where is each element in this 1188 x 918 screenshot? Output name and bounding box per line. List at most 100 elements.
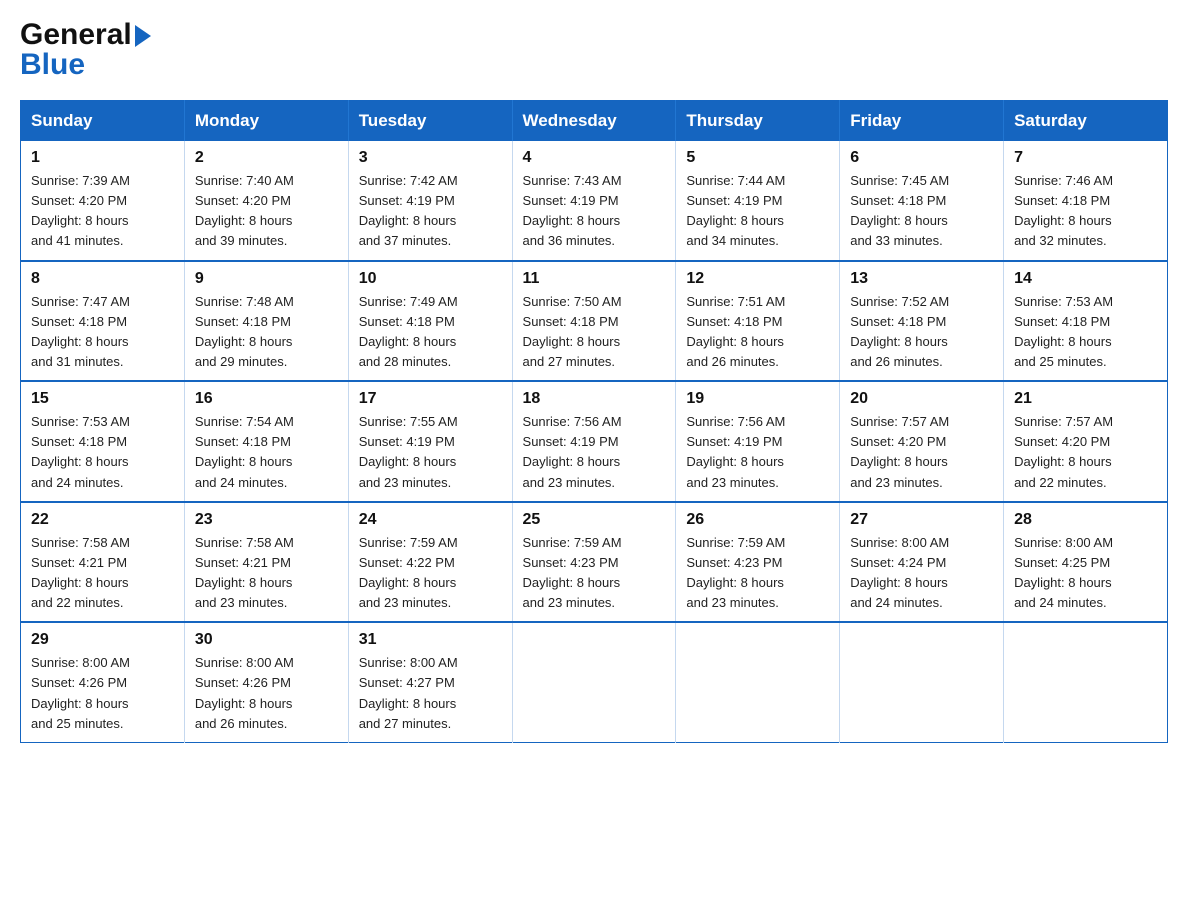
day-number: 6 — [850, 149, 993, 167]
day-number: 8 — [31, 270, 174, 288]
week-row-1: 1 Sunrise: 7:39 AM Sunset: 4:20 PM Dayli… — [21, 141, 1168, 261]
day-info: Sunrise: 7:59 AM Sunset: 4:23 PM Dayligh… — [523, 533, 666, 614]
day-cell: 29 Sunrise: 8:00 AM Sunset: 4:26 PM Dayl… — [21, 622, 185, 742]
day-number: 18 — [523, 390, 666, 408]
week-row-5: 29 Sunrise: 8:00 AM Sunset: 4:26 PM Dayl… — [21, 622, 1168, 742]
page-header: General Blue — [20, 20, 1168, 80]
day-cell: 12 Sunrise: 7:51 AM Sunset: 4:18 PM Dayl… — [676, 261, 840, 382]
day-number: 24 — [359, 511, 502, 529]
day-number: 15 — [31, 390, 174, 408]
day-number: 17 — [359, 390, 502, 408]
day-number: 29 — [31, 631, 174, 649]
column-header-thursday: Thursday — [676, 101, 840, 142]
calendar-table: SundayMondayTuesdayWednesdayThursdayFrid… — [20, 100, 1168, 743]
day-info: Sunrise: 7:44 AM Sunset: 4:19 PM Dayligh… — [686, 171, 829, 252]
day-info: Sunrise: 7:46 AM Sunset: 4:18 PM Dayligh… — [1014, 171, 1157, 252]
day-info: Sunrise: 7:57 AM Sunset: 4:20 PM Dayligh… — [850, 412, 993, 493]
day-info: Sunrise: 7:53 AM Sunset: 4:18 PM Dayligh… — [1014, 292, 1157, 373]
day-number: 31 — [359, 631, 502, 649]
day-info: Sunrise: 7:51 AM Sunset: 4:18 PM Dayligh… — [686, 292, 829, 373]
header-row: SundayMondayTuesdayWednesdayThursdayFrid… — [21, 101, 1168, 142]
day-number: 9 — [195, 270, 338, 288]
day-info: Sunrise: 7:57 AM Sunset: 4:20 PM Dayligh… — [1014, 412, 1157, 493]
day-cell: 17 Sunrise: 7:55 AM Sunset: 4:19 PM Dayl… — [348, 381, 512, 502]
day-number: 2 — [195, 149, 338, 167]
day-number: 11 — [523, 270, 666, 288]
week-row-4: 22 Sunrise: 7:58 AM Sunset: 4:21 PM Dayl… — [21, 502, 1168, 623]
day-cell: 24 Sunrise: 7:59 AM Sunset: 4:22 PM Dayl… — [348, 502, 512, 623]
day-info: Sunrise: 8:00 AM Sunset: 4:27 PM Dayligh… — [359, 653, 502, 734]
day-cell: 11 Sunrise: 7:50 AM Sunset: 4:18 PM Dayl… — [512, 261, 676, 382]
day-info: Sunrise: 7:55 AM Sunset: 4:19 PM Dayligh… — [359, 412, 502, 493]
day-number: 19 — [686, 390, 829, 408]
day-info: Sunrise: 7:48 AM Sunset: 4:18 PM Dayligh… — [195, 292, 338, 373]
day-cell: 6 Sunrise: 7:45 AM Sunset: 4:18 PM Dayli… — [840, 141, 1004, 261]
day-info: Sunrise: 7:49 AM Sunset: 4:18 PM Dayligh… — [359, 292, 502, 373]
day-info: Sunrise: 7:40 AM Sunset: 4:20 PM Dayligh… — [195, 171, 338, 252]
day-cell: 7 Sunrise: 7:46 AM Sunset: 4:18 PM Dayli… — [1004, 141, 1168, 261]
day-cell: 9 Sunrise: 7:48 AM Sunset: 4:18 PM Dayli… — [184, 261, 348, 382]
day-cell — [1004, 622, 1168, 742]
day-cell: 28 Sunrise: 8:00 AM Sunset: 4:25 PM Dayl… — [1004, 502, 1168, 623]
day-info: Sunrise: 7:58 AM Sunset: 4:21 PM Dayligh… — [31, 533, 174, 614]
day-info: Sunrise: 7:54 AM Sunset: 4:18 PM Dayligh… — [195, 412, 338, 493]
day-number: 12 — [686, 270, 829, 288]
logo-blue-text: Blue — [20, 48, 85, 81]
day-cell: 8 Sunrise: 7:47 AM Sunset: 4:18 PM Dayli… — [21, 261, 185, 382]
day-info: Sunrise: 8:00 AM Sunset: 4:25 PM Dayligh… — [1014, 533, 1157, 614]
day-cell: 5 Sunrise: 7:44 AM Sunset: 4:19 PM Dayli… — [676, 141, 840, 261]
day-info: Sunrise: 7:45 AM Sunset: 4:18 PM Dayligh… — [850, 171, 993, 252]
day-number: 13 — [850, 270, 993, 288]
day-number: 7 — [1014, 149, 1157, 167]
day-number: 22 — [31, 511, 174, 529]
day-cell — [840, 622, 1004, 742]
day-cell: 30 Sunrise: 8:00 AM Sunset: 4:26 PM Dayl… — [184, 622, 348, 742]
logo: General Blue — [20, 20, 151, 80]
day-cell: 27 Sunrise: 8:00 AM Sunset: 4:24 PM Dayl… — [840, 502, 1004, 623]
day-cell: 22 Sunrise: 7:58 AM Sunset: 4:21 PM Dayl… — [21, 502, 185, 623]
day-number: 26 — [686, 511, 829, 529]
day-info: Sunrise: 7:43 AM Sunset: 4:19 PM Dayligh… — [523, 171, 666, 252]
column-header-wednesday: Wednesday — [512, 101, 676, 142]
day-info: Sunrise: 8:00 AM Sunset: 4:26 PM Dayligh… — [195, 653, 338, 734]
day-number: 16 — [195, 390, 338, 408]
day-cell: 21 Sunrise: 7:57 AM Sunset: 4:20 PM Dayl… — [1004, 381, 1168, 502]
day-info: Sunrise: 7:42 AM Sunset: 4:19 PM Dayligh… — [359, 171, 502, 252]
column-header-friday: Friday — [840, 101, 1004, 142]
logo-general-text: General — [20, 20, 132, 50]
logo-arrow-icon — [135, 25, 151, 47]
day-info: Sunrise: 7:59 AM Sunset: 4:22 PM Dayligh… — [359, 533, 502, 614]
day-info: Sunrise: 8:00 AM Sunset: 4:26 PM Dayligh… — [31, 653, 174, 734]
day-info: Sunrise: 8:00 AM Sunset: 4:24 PM Dayligh… — [850, 533, 993, 614]
day-number: 14 — [1014, 270, 1157, 288]
day-number: 25 — [523, 511, 666, 529]
day-number: 23 — [195, 511, 338, 529]
day-info: Sunrise: 7:56 AM Sunset: 4:19 PM Dayligh… — [686, 412, 829, 493]
day-cell: 23 Sunrise: 7:58 AM Sunset: 4:21 PM Dayl… — [184, 502, 348, 623]
day-cell: 20 Sunrise: 7:57 AM Sunset: 4:20 PM Dayl… — [840, 381, 1004, 502]
day-cell: 14 Sunrise: 7:53 AM Sunset: 4:18 PM Dayl… — [1004, 261, 1168, 382]
day-info: Sunrise: 7:53 AM Sunset: 4:18 PM Dayligh… — [31, 412, 174, 493]
column-header-sunday: Sunday — [21, 101, 185, 142]
day-number: 21 — [1014, 390, 1157, 408]
day-cell: 31 Sunrise: 8:00 AM Sunset: 4:27 PM Dayl… — [348, 622, 512, 742]
day-cell: 18 Sunrise: 7:56 AM Sunset: 4:19 PM Dayl… — [512, 381, 676, 502]
day-cell: 2 Sunrise: 7:40 AM Sunset: 4:20 PM Dayli… — [184, 141, 348, 261]
day-info: Sunrise: 7:50 AM Sunset: 4:18 PM Dayligh… — [523, 292, 666, 373]
day-number: 4 — [523, 149, 666, 167]
day-cell: 4 Sunrise: 7:43 AM Sunset: 4:19 PM Dayli… — [512, 141, 676, 261]
day-number: 30 — [195, 631, 338, 649]
column-header-saturday: Saturday — [1004, 101, 1168, 142]
day-cell: 19 Sunrise: 7:56 AM Sunset: 4:19 PM Dayl… — [676, 381, 840, 502]
day-cell: 13 Sunrise: 7:52 AM Sunset: 4:18 PM Dayl… — [840, 261, 1004, 382]
day-cell — [676, 622, 840, 742]
day-number: 5 — [686, 149, 829, 167]
week-row-3: 15 Sunrise: 7:53 AM Sunset: 4:18 PM Dayl… — [21, 381, 1168, 502]
day-cell: 16 Sunrise: 7:54 AM Sunset: 4:18 PM Dayl… — [184, 381, 348, 502]
day-cell: 1 Sunrise: 7:39 AM Sunset: 4:20 PM Dayli… — [21, 141, 185, 261]
day-number: 20 — [850, 390, 993, 408]
column-header-tuesday: Tuesday — [348, 101, 512, 142]
day-number: 10 — [359, 270, 502, 288]
day-number: 3 — [359, 149, 502, 167]
day-info: Sunrise: 7:52 AM Sunset: 4:18 PM Dayligh… — [850, 292, 993, 373]
